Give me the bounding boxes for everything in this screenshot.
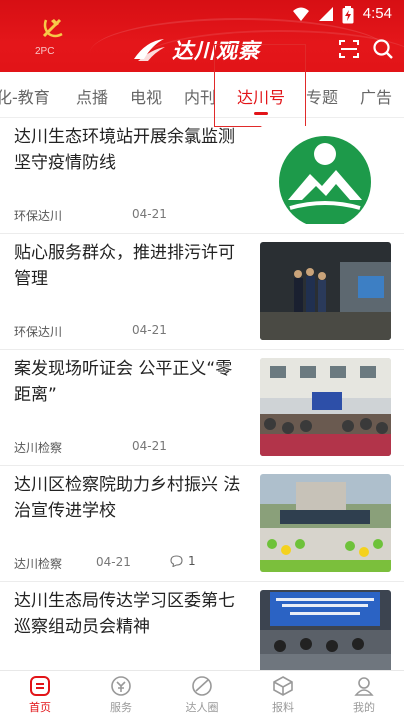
comment-count-value: 1 xyxy=(188,554,196,568)
annotation-highlight-box xyxy=(214,44,306,127)
nav-profile-label: 我的 xyxy=(353,701,375,714)
battery-icon xyxy=(342,6,354,24)
news-title: 案发现场听证会 公平正义“零距离” xyxy=(14,359,233,405)
channel-tabs: 化-教育 点播 电视 内刊 达川号 专题 广告 xyxy=(0,72,404,118)
news-date: 04-21 xyxy=(132,207,167,221)
comment-count[interactable]: 1 xyxy=(170,554,196,568)
comment-icon xyxy=(170,555,183,567)
nav-service[interactable]: 服务 xyxy=(91,675,151,715)
emblem-caption: 2PC xyxy=(35,46,55,57)
tab-topics[interactable]: 专题 xyxy=(306,84,338,108)
news-source: 环保达川 xyxy=(14,209,63,223)
nav-report-label: 报料 xyxy=(272,701,294,714)
news-feed: 达川生态环境站开展余氯监测 坚守疫情防线 环保达川 04-21 贴心服务群众，推… xyxy=(0,118,404,670)
service-icon xyxy=(111,676,131,696)
logo-mark-icon xyxy=(134,39,165,61)
wifi-icon xyxy=(293,7,309,21)
news-title: 贴心服务群众，推进排污许可管理 xyxy=(14,243,235,289)
search-icon[interactable] xyxy=(372,38,394,60)
report-icon xyxy=(273,676,293,696)
nav-profile[interactable]: 我的 xyxy=(334,675,394,715)
hearing-photo xyxy=(260,358,391,456)
news-date: 04-21 xyxy=(96,555,131,569)
news-item[interactable]: 案发现场听证会 公平正义“零距离” 达川检察 04-21 xyxy=(0,350,404,466)
news-thumbnail xyxy=(260,474,391,572)
party-emblem-icon xyxy=(42,18,63,38)
news-thumbnail xyxy=(260,358,391,456)
circle-icon xyxy=(192,676,212,696)
news-item[interactable]: 达川生态环境站开展余氯监测 坚守疫情防线 环保达川 04-21 xyxy=(0,118,404,234)
tab-vod[interactable]: 点播 xyxy=(76,84,108,108)
news-thumbnail xyxy=(260,126,391,224)
nav-circle[interactable]: 达人圈 xyxy=(172,675,232,715)
night-inspection-photo xyxy=(260,242,391,340)
news-item[interactable]: 达川生态局传达学习区委第七巡察组动员会精神 xyxy=(0,582,404,670)
news-source: 达川检察 xyxy=(14,557,63,571)
news-title: 达川区检察院助力乡村振兴 法治宣传进学校 xyxy=(14,475,241,521)
news-date: 04-21 xyxy=(132,439,167,453)
news-item[interactable]: 达川区检察院助力乡村振兴 法治宣传进学校 达川检察 04-21 1 xyxy=(0,466,404,582)
news-title: 达川生态局传达学习区委第七巡察组动员会精神 xyxy=(14,591,235,637)
news-title: 达川生态环境站开展余氯监测 坚守疫情防线 xyxy=(14,127,235,173)
clock: 4:54 xyxy=(362,5,392,22)
meeting-photo xyxy=(260,590,391,670)
nav-home-label: 首页 xyxy=(29,701,51,714)
environment-logo-image xyxy=(260,126,391,224)
tab-culture-education[interactable]: 化-教育 xyxy=(0,84,50,108)
news-source: 达川检察 xyxy=(14,441,63,455)
news-thumbnail xyxy=(260,590,391,670)
home-icon xyxy=(30,676,50,696)
nav-circle-label: 达人圈 xyxy=(185,701,219,714)
bottom-navigation: 首页 服务 达人圈 报料 我的 xyxy=(0,670,404,720)
nav-service-label: 服务 xyxy=(110,701,132,714)
tab-ads[interactable]: 广告 xyxy=(360,84,392,108)
nav-report[interactable]: 报料 xyxy=(253,675,313,715)
news-item[interactable]: 贴心服务群众，推进排污许可管理 环保达川 04-21 xyxy=(0,234,404,350)
tab-journal[interactable]: 内刊 xyxy=(184,84,216,108)
news-thumbnail xyxy=(260,242,391,340)
scan-icon[interactable] xyxy=(338,38,360,60)
news-date: 04-21 xyxy=(132,323,167,337)
tab-tv[interactable]: 电视 xyxy=(130,84,162,108)
app-header: 4:54 2PC 达川观察 xyxy=(0,0,404,72)
news-source: 环保达川 xyxy=(14,325,63,339)
school-event-photo xyxy=(260,474,391,572)
nav-home[interactable]: 首页 xyxy=(10,675,70,715)
profile-icon xyxy=(354,677,374,696)
cell-signal-icon xyxy=(319,7,333,21)
